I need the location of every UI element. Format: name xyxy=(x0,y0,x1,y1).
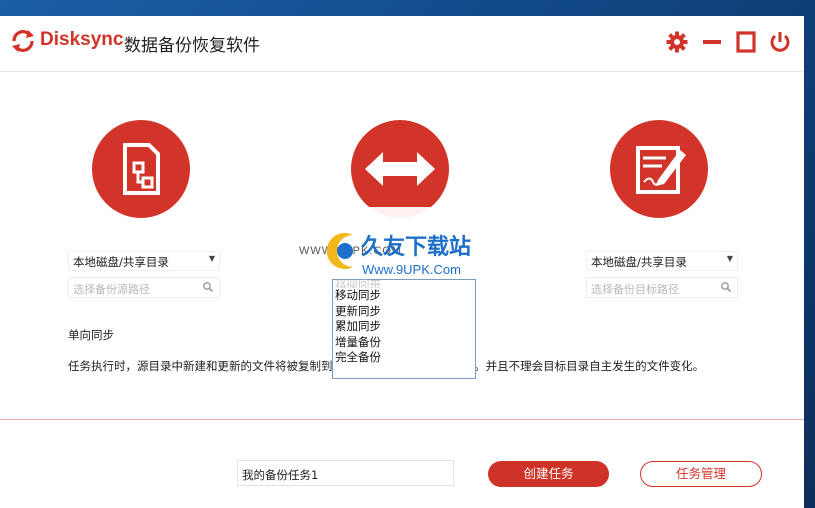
dropdown-option[interactable]: 更新同步 xyxy=(333,304,475,320)
divider xyxy=(0,419,804,420)
sync-mode-label: 单向同步 xyxy=(68,328,114,342)
app-title: 数据备份恢复软件 xyxy=(124,36,260,56)
power-icon[interactable] xyxy=(768,30,792,54)
title-bar: Disksync 数据备份恢复软件 xyxy=(0,16,804,72)
dropdown-option[interactable]: 增量备份 xyxy=(333,335,475,351)
minimize-icon[interactable] xyxy=(700,30,724,54)
watermark-url: Www.9UPK.Com xyxy=(362,262,461,277)
watermark-title: 久友下载站 xyxy=(361,235,472,260)
watermark-logo-icon xyxy=(326,233,353,269)
source-document-icon xyxy=(123,143,160,195)
source-type-value: 本地磁盘/共享目录 xyxy=(73,255,169,269)
dropdown-option[interactable]: 移动同步 xyxy=(333,288,475,304)
target-button[interactable] xyxy=(610,120,708,218)
source-button[interactable] xyxy=(92,120,190,218)
dropdown-option[interactable]: 完全备份 xyxy=(333,350,475,366)
search-icon[interactable] xyxy=(202,281,214,293)
search-icon[interactable] xyxy=(720,281,732,293)
chevron-down-icon: ▼ xyxy=(726,254,733,263)
disksync-logo-icon xyxy=(12,30,34,52)
source-path-placeholder: 选择备份源路径 xyxy=(73,283,150,296)
dropdown-option[interactable]: 累加同步 xyxy=(333,319,475,335)
task-manage-button[interactable]: 任务管理 xyxy=(640,461,762,487)
brand-name: Disksync xyxy=(40,29,124,50)
source-type-select[interactable]: 本地磁盘/共享目录 ▼ xyxy=(68,251,220,271)
sync-mode-dropdown[interactable]: 双向同步 镜像同步 移动同步 更新同步 累加同步 增量备份 完全备份 xyxy=(332,279,476,379)
gear-icon[interactable] xyxy=(665,30,689,54)
chevron-down-icon: ▼ xyxy=(208,254,215,263)
target-path-input[interactable]: 选择备份目标路径 xyxy=(586,277,738,298)
maximize-icon[interactable] xyxy=(734,30,758,54)
sync-direction-button[interactable] xyxy=(351,120,449,218)
edit-document-icon xyxy=(636,146,686,194)
create-task-button[interactable]: 创建任务 xyxy=(488,461,609,487)
target-type-value: 本地磁盘/共享目录 xyxy=(591,255,687,269)
double-arrow-icon xyxy=(365,152,435,186)
task-name-input[interactable]: 我的备份任务1 xyxy=(237,460,454,486)
target-type-select[interactable]: 本地磁盘/共享目录 ▼ xyxy=(586,251,738,271)
source-path-input[interactable]: 选择备份源路径 xyxy=(68,277,220,298)
target-path-placeholder: 选择备份目标路径 xyxy=(591,283,679,296)
